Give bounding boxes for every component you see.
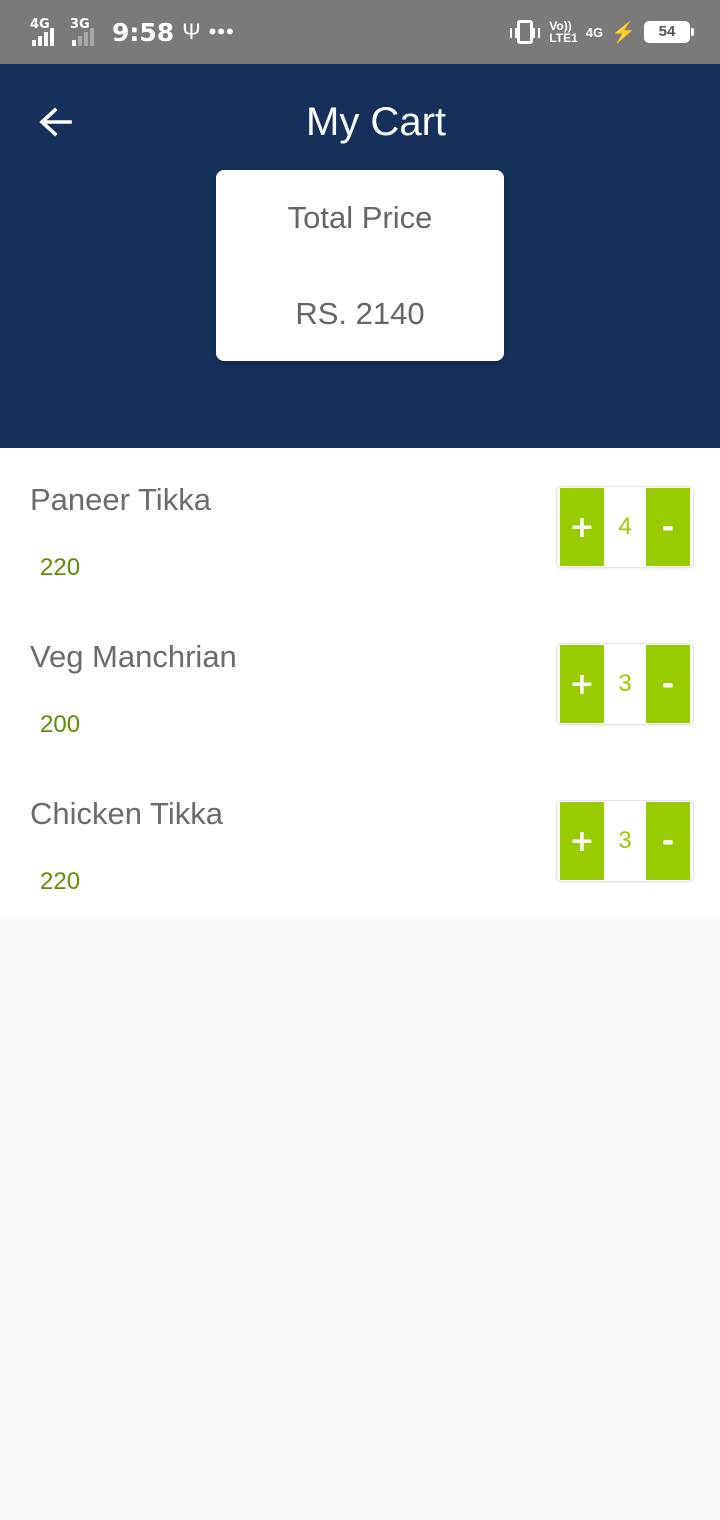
total-price-value: RS. 2140 <box>295 296 425 331</box>
cart-item: Chicken Tikka 220 + 3 - <box>0 762 720 919</box>
increase-quantity-button[interactable]: + <box>560 488 604 566</box>
quantity-value: 3 <box>618 670 632 697</box>
decrease-quantity-button[interactable]: - <box>646 488 690 566</box>
data-4g-icon: 4G <box>585 24 604 40</box>
quantity-value: 4 <box>618 513 632 540</box>
quantity-value: 3 <box>618 827 632 854</box>
signal-4g-icon: 4G <box>30 18 62 46</box>
item-price: 200 <box>40 711 81 738</box>
more-notifications-icon: ••• <box>208 19 235 44</box>
item-name: Paneer Tikka <box>30 482 211 517</box>
item-name: Veg Manchrian <box>30 639 237 674</box>
total-price-label: Total Price <box>287 200 433 235</box>
status-bar: 4G 3G 9:58 Ψ ••• Vo)) LTE1 4G ⚡ 54 <box>0 0 720 64</box>
usb-icon: Ψ <box>182 19 201 44</box>
total-price-card: Total Price RS. 2140 <box>216 170 504 361</box>
charging-icon: ⚡ <box>611 21 636 44</box>
item-price: 220 <box>40 868 81 895</box>
quantity-stepper: + 3 - <box>556 800 694 882</box>
increase-quantity-button[interactable]: + <box>560 645 604 723</box>
status-bar-left: 4G 3G 9:58 Ψ ••• <box>30 16 235 48</box>
decrease-quantity-button[interactable]: - <box>646 802 690 880</box>
item-name: Chicken Tikka <box>30 796 223 831</box>
status-bar-right: Vo)) LTE1 4G ⚡ 54 <box>510 16 694 48</box>
item-price: 220 <box>40 554 81 581</box>
cart-item: Veg Manchrian 200 + 3 - <box>0 605 720 762</box>
battery-icon: 54 <box>644 21 694 43</box>
quantity-stepper: + 4 - <box>556 486 694 568</box>
vibrate-icon <box>510 20 541 44</box>
cart-item-list: Paneer Tikka 220 + 4 - Veg Manchrian 200… <box>0 448 720 919</box>
decrease-quantity-button[interactable]: - <box>646 645 690 723</box>
volte-icon: Vo)) LTE1 <box>549 20 577 44</box>
quantity-stepper: + 3 - <box>556 643 694 725</box>
cart-header: My Cart Total Price RS. 2140 <box>0 64 720 448</box>
signal-3g-icon: 3G <box>70 18 102 46</box>
page-title: My Cart <box>306 100 446 144</box>
clock: 9:58 <box>112 17 175 47</box>
increase-quantity-button[interactable]: + <box>560 802 604 880</box>
lte-label: LTE1 <box>549 31 578 45</box>
cart-item: Paneer Tikka 220 + 4 - <box>0 448 720 605</box>
